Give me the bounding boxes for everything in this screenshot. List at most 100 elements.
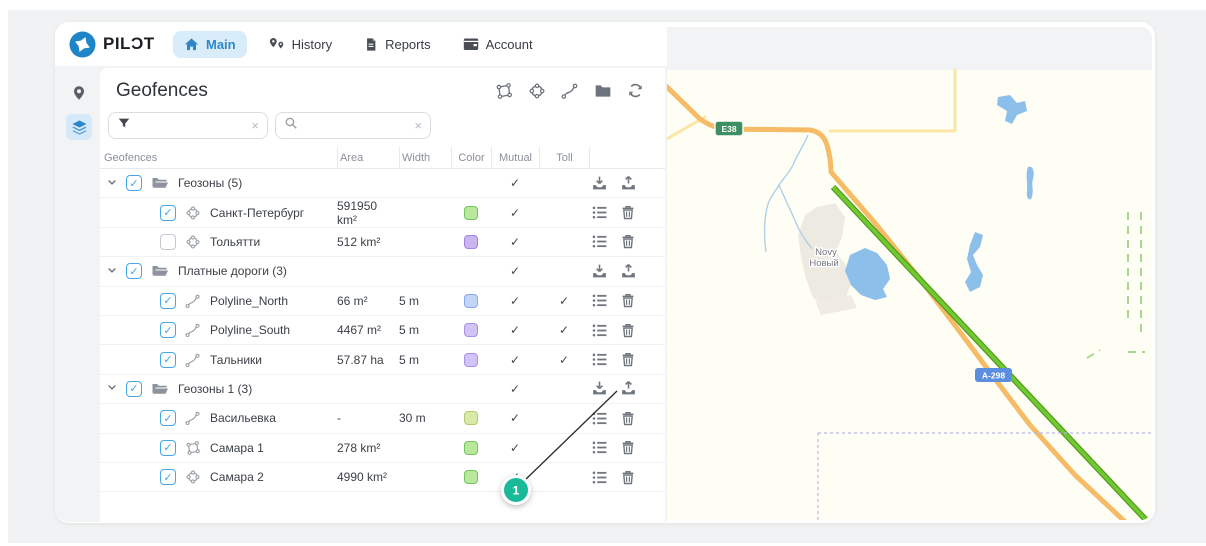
trash-icon[interactable]	[620, 469, 637, 486]
trash-icon[interactable]	[620, 439, 637, 456]
geofence-row[interactable]: ✓ Polyline_South 4467 m² 5 m ✓ ✓	[100, 316, 665, 346]
sidebar-item-tracking[interactable]	[66, 80, 92, 106]
search-input[interactable]	[304, 118, 415, 133]
tab-account[interactable]: Account	[452, 31, 544, 58]
row-checkbox[interactable]: ✓	[160, 204, 176, 221]
trash-icon[interactable]	[620, 322, 637, 339]
details-icon[interactable]	[591, 204, 608, 221]
export-icon[interactable]	[620, 175, 637, 192]
search-input-wrap: ×	[275, 112, 431, 139]
geofence-row[interactable]: Тольятти 512 km² ✓	[100, 228, 665, 258]
panel-toolbar	[495, 82, 645, 100]
color-swatch[interactable]	[464, 293, 478, 308]
chevron-down-icon[interactable]	[106, 264, 120, 279]
map-canvas[interactable]: E38 A-298 Novy Новый	[665, 27, 1152, 520]
circle-icon	[185, 205, 201, 221]
folder-icon[interactable]	[594, 82, 612, 100]
trash-icon[interactable]	[620, 204, 637, 221]
folder-open-icon	[151, 263, 169, 279]
row-checkbox[interactable]	[160, 233, 176, 250]
color-swatch[interactable]	[464, 470, 478, 485]
color-swatch[interactable]	[464, 411, 478, 426]
geofence-row[interactable]: ✓ Polyline_North 66 m² 5 m ✓ ✓	[100, 287, 665, 316]
details-icon[interactable]	[591, 351, 608, 368]
color-swatch[interactable]	[464, 352, 478, 367]
details-icon[interactable]	[591, 439, 608, 456]
group-row[interactable]: ✓ Геозоны 1 (3) ✓	[100, 375, 665, 405]
color-swatch[interactable]	[464, 205, 478, 220]
row-label: Polyline_South	[210, 323, 291, 338]
color-swatch[interactable]	[464, 440, 478, 455]
group-row[interactable]: ✓ Геозоны (5) ✓	[100, 169, 665, 199]
row-checkbox[interactable]: ✓	[126, 263, 142, 280]
export-icon[interactable]	[620, 263, 637, 280]
row-label: Геозоны 1 (3)	[178, 381, 253, 396]
filter-input-wrap: ×	[108, 112, 268, 139]
color-swatch[interactable]	[464, 234, 478, 249]
brand-logo: PILƆT	[55, 31, 173, 58]
details-icon[interactable]	[591, 292, 608, 309]
details-icon[interactable]	[591, 322, 608, 339]
geofence-row[interactable]: ✓ Васильевка - 30 m ✓	[100, 404, 665, 434]
chevron-down-icon[interactable]	[106, 176, 120, 191]
tab-main[interactable]: Main	[173, 30, 247, 58]
brand-name: PILƆT	[103, 34, 155, 53]
chevron-down-icon[interactable]	[106, 381, 120, 396]
tab-history[interactable]: History	[257, 31, 343, 58]
filter-input[interactable]	[137, 118, 252, 133]
draw-polygon-icon[interactable]	[495, 82, 513, 100]
details-icon[interactable]	[591, 410, 608, 427]
row-checkbox[interactable]: ✓	[126, 380, 142, 397]
folder-open-icon	[151, 381, 169, 397]
trash-icon[interactable]	[620, 233, 637, 250]
row-checkbox[interactable]: ✓	[160, 322, 176, 339]
filter-icon	[117, 116, 137, 135]
svg-text:A-298: A-298	[982, 371, 1005, 381]
color-swatch[interactable]	[464, 323, 478, 338]
row-checkbox[interactable]: ✓	[160, 439, 176, 456]
row-checkbox[interactable]: ✓	[160, 410, 176, 427]
trash-icon[interactable]	[620, 292, 637, 309]
filter-clear-icon[interactable]: ×	[251, 119, 259, 132]
details-icon[interactable]	[591, 233, 608, 250]
row-label: Геозоны (5)	[178, 176, 243, 191]
trash-icon[interactable]	[620, 351, 637, 368]
draw-polyline-icon[interactable]	[561, 82, 579, 100]
svg-text:Новый: Новый	[809, 258, 838, 269]
mutual-check: ✓	[509, 293, 521, 308]
mutual-check: ✓	[509, 381, 521, 396]
row-area: 591950 km²	[337, 198, 378, 227]
column-area: Area	[337, 147, 399, 168]
details-icon[interactable]	[591, 469, 608, 486]
row-label: Васильевка	[210, 411, 276, 426]
geofence-row[interactable]: ✓ Тальники 57.87 ha 5 m ✓ ✓	[100, 345, 665, 375]
tab-reports[interactable]: Reports	[353, 31, 442, 58]
search-clear-icon[interactable]: ×	[414, 119, 422, 132]
sidebar-item-geofences[interactable]	[66, 114, 92, 140]
row-checkbox[interactable]: ✓	[160, 469, 176, 486]
trash-icon[interactable]	[620, 410, 637, 427]
refresh-icon[interactable]	[627, 82, 645, 100]
row-label: Санкт-Петербург	[210, 205, 305, 220]
row-checkbox[interactable]: ✓	[160, 292, 176, 309]
folder-open-icon	[151, 175, 169, 191]
row-checkbox[interactable]: ✓	[160, 351, 176, 368]
history-icon	[268, 37, 285, 52]
import-icon[interactable]	[591, 263, 608, 280]
import-icon[interactable]	[591, 380, 608, 397]
row-checkbox[interactable]: ✓	[126, 175, 142, 192]
column-geofences: Geofences	[104, 151, 158, 164]
export-icon[interactable]	[620, 380, 637, 397]
geofence-row[interactable]: ✓ Самара 2 4990 km² ✓	[100, 463, 665, 493]
draw-circle-icon[interactable]	[528, 82, 546, 100]
column-width: Width	[399, 147, 451, 168]
geofence-row[interactable]: ✓ Санкт-Петербург 591950 km² ✓	[100, 198, 665, 228]
geofence-row[interactable]: ✓ Самара 1 278 km² ✓	[100, 434, 665, 463]
group-row[interactable]: ✓ Платные дороги (3) ✓	[100, 257, 665, 287]
mutual-check: ✓	[509, 205, 521, 220]
import-icon[interactable]	[591, 175, 608, 192]
row-width: 5 m	[399, 293, 420, 308]
map-panel[interactable]: E38 A-298 Novy Новый	[665, 27, 1152, 520]
column-color: Color	[451, 147, 491, 168]
mutual-check: ✓	[509, 234, 521, 249]
